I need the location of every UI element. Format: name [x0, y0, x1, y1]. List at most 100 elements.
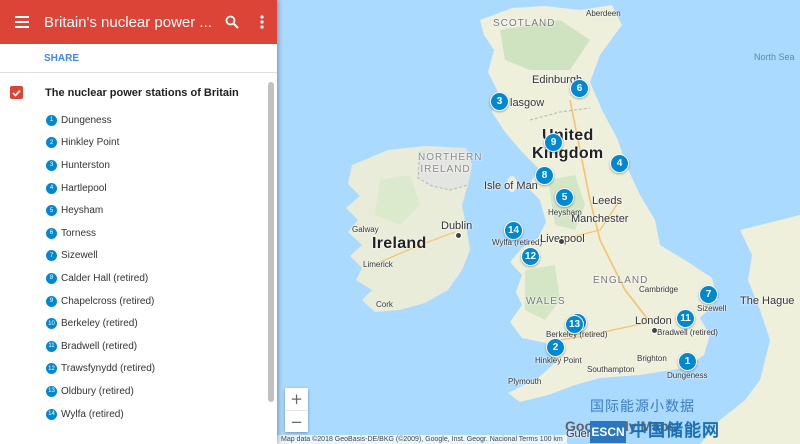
label-galway: Galway	[352, 225, 379, 234]
station-item-hartlepool[interactable]: 4 Hartlepool	[0, 177, 277, 200]
label-leeds: Leeds	[592, 195, 622, 207]
station-name: Calder Hall (retired)	[61, 272, 149, 284]
label-scotland: SCOTLAND	[493, 18, 556, 29]
label-dublin: Dublin	[441, 220, 473, 232]
station-item-dungeness[interactable]: 1 Dungeness	[0, 109, 277, 132]
station-number-badge: 3	[46, 159, 57, 171]
map-marker-hunterston[interactable]: 3	[490, 92, 509, 111]
label-hinkley-point: Hinkley Point	[535, 356, 582, 365]
watermark-logo: ESCN	[590, 420, 626, 443]
map-marker-dungeness[interactable]: 1	[678, 352, 697, 371]
station-item-bradwell[interactable]: 11 Bradwell (retired)	[0, 335, 277, 358]
map-marker-wylfa[interactable]: 14	[504, 221, 523, 240]
station-name: Dungeness	[61, 114, 112, 126]
label-glasgow: lasgow	[510, 97, 545, 109]
share-button[interactable]: SHARE	[44, 53, 79, 64]
panel-scrollbar[interactable]	[268, 82, 274, 402]
station-item-hinkley-point[interactable]: 2 Hinkley Point	[0, 132, 277, 155]
city-dot-liverpool	[558, 238, 565, 245]
station-item-calder-hall[interactable]: 8 Calder Hall (retired)	[0, 267, 277, 290]
label-wales: WALES	[526, 296, 566, 307]
panel-header: Britain's nuclear power ...	[0, 0, 277, 44]
label-cambridge: Cambridge	[639, 285, 679, 294]
station-number-badge: 5	[46, 205, 57, 217]
station-number-badge: 1	[46, 114, 57, 126]
station-number-badge: 8	[46, 272, 57, 284]
label-brighton: Brighton	[637, 354, 667, 363]
map-marker-hinkley-point[interactable]: 2	[546, 338, 565, 357]
station-item-wylfa[interactable]: 14 Wylfa (retired)	[0, 403, 277, 426]
zoom-out-button[interactable]: −	[285, 410, 308, 432]
label-dungeness: Dungeness	[667, 371, 708, 380]
station-number-badge: 7	[46, 250, 57, 262]
watermark: 国际能源小数据 ESCN 中国储能网	[590, 396, 720, 443]
map-marker-hartlepool[interactable]: 4	[610, 154, 629, 173]
layer-name[interactable]: The nuclear power stations of Britain	[45, 87, 239, 99]
station-item-oldbury[interactable]: 13 Oldbury (retired)	[0, 380, 277, 403]
station-name: Bradwell (retired)	[61, 340, 138, 352]
map-marker-bradwell[interactable]: 11	[676, 309, 695, 328]
city-dot-dublin	[455, 232, 462, 239]
label-cork: Cork	[376, 300, 393, 309]
map-marker-chapelcross[interactable]: 9	[544, 133, 563, 152]
station-name: Hinkley Point	[61, 137, 120, 149]
station-item-hunterston[interactable]: 3 Hunterston	[0, 154, 277, 177]
map-marker-torness[interactable]: 6	[570, 79, 589, 98]
label-limerick: Limerick	[363, 260, 393, 269]
station-number-badge: 14	[46, 408, 57, 420]
more-options-icon[interactable]	[247, 0, 277, 44]
watermark-bottom-text: 中国储能网	[630, 421, 720, 440]
label-manchester: Manchester	[571, 213, 629, 225]
map-marker-sizewell[interactable]: 7	[699, 285, 718, 304]
station-name: Hartlepool	[61, 182, 107, 194]
station-name: Torness	[61, 227, 97, 239]
station-list: 1 Dungeness 2 Hinkley Point 3 Hunterston 4H…	[0, 109, 277, 425]
search-icon[interactable]	[217, 0, 247, 44]
station-name: Berkeley (retired)	[61, 318, 138, 330]
layer-row: The nuclear power stations of Britain	[0, 73, 277, 109]
station-number-badge: 2	[46, 137, 57, 149]
map-marker-trawsfynydd[interactable]: 12	[521, 247, 540, 266]
label-kingdom: Kingdom	[532, 145, 604, 162]
station-item-trawsfynydd[interactable]: 12 Trawsfynydd (retired)	[0, 358, 277, 381]
label-the-hague: The Hague	[740, 295, 795, 307]
station-number-badge: 11	[46, 340, 57, 352]
label-bradwell: Bradwell (retired)	[657, 328, 718, 337]
station-number-badge: 12	[46, 363, 57, 375]
watermark-top-text: 国际能源小数据	[590, 398, 695, 414]
share-row: SHARE	[0, 44, 277, 72]
station-item-chapelcross[interactable]: 9 Chapelcross (retired)	[0, 290, 277, 313]
station-name: Trawsfynydd (retired)	[61, 363, 156, 375]
station-number-badge: 13	[46, 385, 57, 397]
station-name: Hunterston	[61, 159, 110, 171]
zoom-in-button[interactable]: +	[285, 388, 308, 410]
layer-checkbox[interactable]	[10, 86, 23, 99]
label-north-sea: North Sea	[754, 52, 795, 62]
station-item-heysham[interactable]: 5 Heysham	[0, 199, 277, 222]
station-number-badge: 6	[46, 227, 57, 239]
label-isle-of-man: Isle of Man	[484, 180, 538, 192]
label-northern-ireland: NORTHERN IRELAND	[418, 152, 483, 175]
map-marker-calder-hall[interactable]: 8	[535, 166, 554, 185]
station-item-torness[interactable]: 6 Torness	[0, 222, 277, 245]
zoom-controls: + −	[285, 388, 308, 432]
station-name: Sizewell	[61, 250, 98, 262]
label-aberdeen: Aberdeen	[586, 9, 621, 18]
station-name: Oldbury (retired)	[61, 385, 134, 397]
station-number-badge: 10	[46, 318, 57, 330]
station-item-berkeley[interactable]: 10 Berkeley (retired)	[0, 312, 277, 335]
map-attribution: Map data ©2018 GeoBasis-DE/BKG (©2009), …	[277, 435, 567, 444]
station-name: Chapelcross (retired)	[61, 295, 155, 307]
station-number-badge: 4	[46, 182, 57, 194]
map-marker-heysham[interactable]: 5	[555, 188, 574, 207]
map-marker-oldbury[interactable]: 13	[565, 315, 584, 334]
station-item-sizewell[interactable]: 7 Sizewell	[0, 245, 277, 268]
side-panel: Britain's nuclear power ... SHARE The nu…	[0, 0, 277, 444]
label-london: London	[635, 315, 672, 327]
label-wylfa: Wylfa (retired)	[492, 238, 543, 247]
label-southampton: Southampton	[587, 365, 635, 374]
station-name: Heysham	[61, 205, 104, 217]
city-dot-london	[651, 327, 658, 334]
menu-icon[interactable]	[0, 0, 44, 44]
map-title[interactable]: Britain's nuclear power ...	[44, 14, 217, 31]
